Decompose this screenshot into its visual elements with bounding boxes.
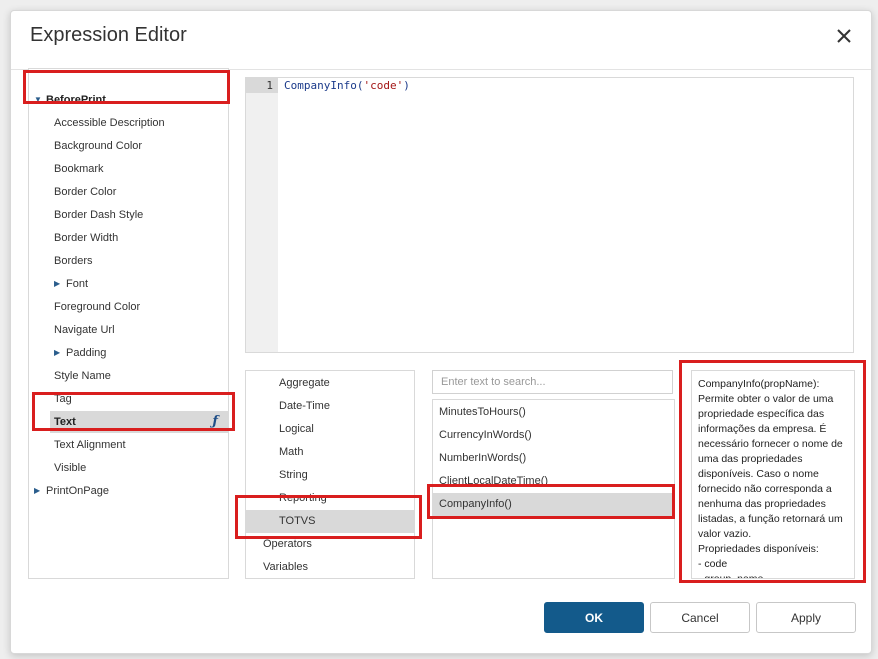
- tree-item-navigate-url[interactable]: Navigate Url: [29, 319, 226, 341]
- tree-item-text[interactable]: Text ƒ: [50, 411, 228, 433]
- functions-list[interactable]: MinutesToHours() CurrencyInWords() NumberI…: [432, 399, 675, 579]
- function-icon[interactable]: ƒ: [212, 411, 218, 433]
- category-item-math[interactable]: Math: [246, 441, 414, 464]
- caret-right-icon[interactable]: ▶: [54, 342, 60, 364]
- tree-item-label: Text: [54, 416, 76, 428]
- active-line-gutter: 1: [246, 78, 278, 93]
- code-close-paren: ): [403, 79, 410, 92]
- category-item-totvs[interactable]: TOTVS: [246, 510, 414, 533]
- caret-right-icon[interactable]: ▶: [54, 273, 60, 295]
- close-button[interactable]: [829, 21, 859, 51]
- tree-item-text-alignment[interactable]: Text Alignment: [29, 434, 226, 456]
- tree-item-label: PrintOnPage: [46, 485, 109, 497]
- tree-item-border-color[interactable]: Border Color: [29, 181, 226, 203]
- tree-item-label: Accessible Description: [54, 117, 165, 129]
- code-line[interactable]: CompanyInfo('code'): [284, 79, 410, 92]
- tree-item-label: BeforePrint: [46, 94, 106, 106]
- tree-item-tag[interactable]: Tag: [29, 388, 226, 410]
- category-item-operators[interactable]: Operators: [246, 533, 414, 556]
- caret-right-icon[interactable]: ▶: [34, 480, 40, 502]
- function-description-text: CompanyInfo(propName): Permite obter o v…: [698, 378, 843, 579]
- tree-item-label: Border Dash Style: [54, 209, 144, 221]
- function-item-companyinfo[interactable]: CompanyInfo(): [433, 493, 674, 516]
- function-search-input[interactable]: [432, 370, 673, 394]
- tree-item-label: Bookmark: [54, 163, 104, 175]
- category-label: TOTVS: [279, 515, 316, 527]
- tree-item-background-color[interactable]: Background Color: [29, 135, 226, 157]
- tree-item-printonpage[interactable]: ▶ PrintOnPage: [29, 480, 226, 502]
- function-item-clientlocaldatetime[interactable]: ClientLocalDateTime(): [433, 470, 674, 493]
- function-description-panel[interactable]: CompanyInfo(propName): Permite obter o v…: [691, 370, 855, 579]
- caret-down-icon[interactable]: ▼: [34, 89, 42, 111]
- tree-item-label: Foreground Color: [54, 301, 141, 313]
- ok-button[interactable]: OK: [544, 602, 644, 633]
- category-label: Math: [279, 446, 304, 458]
- tree-item-style-name[interactable]: Style Name: [29, 365, 226, 387]
- editor-gutter: 1: [246, 78, 278, 352]
- tree-item-label: Text Alignment: [54, 439, 126, 451]
- tree-item-label: Padding: [66, 347, 107, 359]
- category-item-aggregate[interactable]: Aggregate: [246, 372, 414, 395]
- close-icon: [837, 29, 851, 43]
- tree-item-label: Border Width: [54, 232, 119, 244]
- tree-item-accessible-description[interactable]: Accessible Description: [29, 112, 226, 134]
- category-label: String: [279, 469, 308, 481]
- tree-item-foreground-color[interactable]: Foreground Color: [29, 296, 226, 318]
- tree-item-border-width[interactable]: Border Width: [29, 227, 226, 249]
- category-label: Logical: [279, 423, 314, 435]
- tree-item-border-dash-style[interactable]: Border Dash Style: [29, 204, 226, 226]
- tree-item-label: Tag: [54, 393, 72, 405]
- tree-item-bookmark[interactable]: Bookmark: [29, 158, 226, 180]
- category-label: Operators: [263, 538, 312, 550]
- category-item-reporting[interactable]: Reporting: [246, 487, 414, 510]
- code-function: CompanyInfo(: [284, 79, 364, 92]
- function-categories-list[interactable]: Aggregate Date-Time Logical Math String Repor…: [245, 370, 415, 579]
- line-number: 1: [266, 79, 273, 92]
- function-label: MinutesToHours(): [439, 406, 526, 418]
- apply-button[interactable]: Apply: [756, 602, 856, 633]
- category-label: Aggregate: [279, 377, 330, 389]
- category-label: Date-Time: [279, 400, 330, 412]
- tree-item-label: Navigate Url: [54, 324, 115, 336]
- function-item-currencyinwords[interactable]: CurrencyInWords(): [433, 424, 674, 447]
- category-label: Variables: [263, 561, 309, 573]
- tree-item-beforeprint[interactable]: ▼ BeforePrint: [29, 89, 226, 111]
- cancel-button[interactable]: Cancel: [650, 602, 750, 633]
- tree-item-label: Borders: [54, 255, 93, 267]
- dialog-title: Expression Editor: [30, 24, 187, 46]
- function-item-minutestohours[interactable]: MinutesToHours(): [433, 401, 674, 424]
- function-item-numberinwords[interactable]: NumberInWords(): [433, 447, 674, 470]
- category-item-date-time[interactable]: Date-Time: [246, 395, 414, 418]
- code-editor[interactable]: 1 CompanyInfo('code'): [245, 77, 854, 353]
- expression-editor-dialog: Expression Editor ▼ BeforePrint Accessible…: [10, 10, 872, 654]
- category-label: Reporting: [279, 492, 327, 504]
- category-item-logical[interactable]: Logical: [246, 418, 414, 441]
- function-label: ClientLocalDateTime(): [439, 475, 549, 487]
- tree-item-label: Visible: [54, 462, 87, 474]
- tree-item-borders[interactable]: Borders: [29, 250, 226, 272]
- tree-item-label: Style Name: [54, 370, 111, 382]
- background-window-edge: [0, 150, 8, 210]
- function-label: NumberInWords(): [439, 452, 527, 464]
- function-label: CurrencyInWords(): [439, 429, 532, 441]
- tree-item-font[interactable]: ▶ Font: [29, 273, 226, 295]
- function-label: CompanyInfo(): [439, 498, 512, 510]
- category-item-string[interactable]: String: [246, 464, 414, 487]
- tree-item-label: Border Color: [54, 186, 117, 198]
- tree-item-label: Background Color: [54, 140, 143, 152]
- tree-item-visible[interactable]: Visible: [29, 457, 226, 479]
- tree-item-label: Font: [66, 278, 89, 290]
- tree-item-padding[interactable]: ▶ Padding: [29, 342, 226, 364]
- property-tree[interactable]: ▼ BeforePrint Accessible Description Backgr…: [28, 68, 229, 579]
- category-item-variables[interactable]: Variables: [246, 556, 414, 578]
- code-string-argument: 'code': [363, 79, 404, 92]
